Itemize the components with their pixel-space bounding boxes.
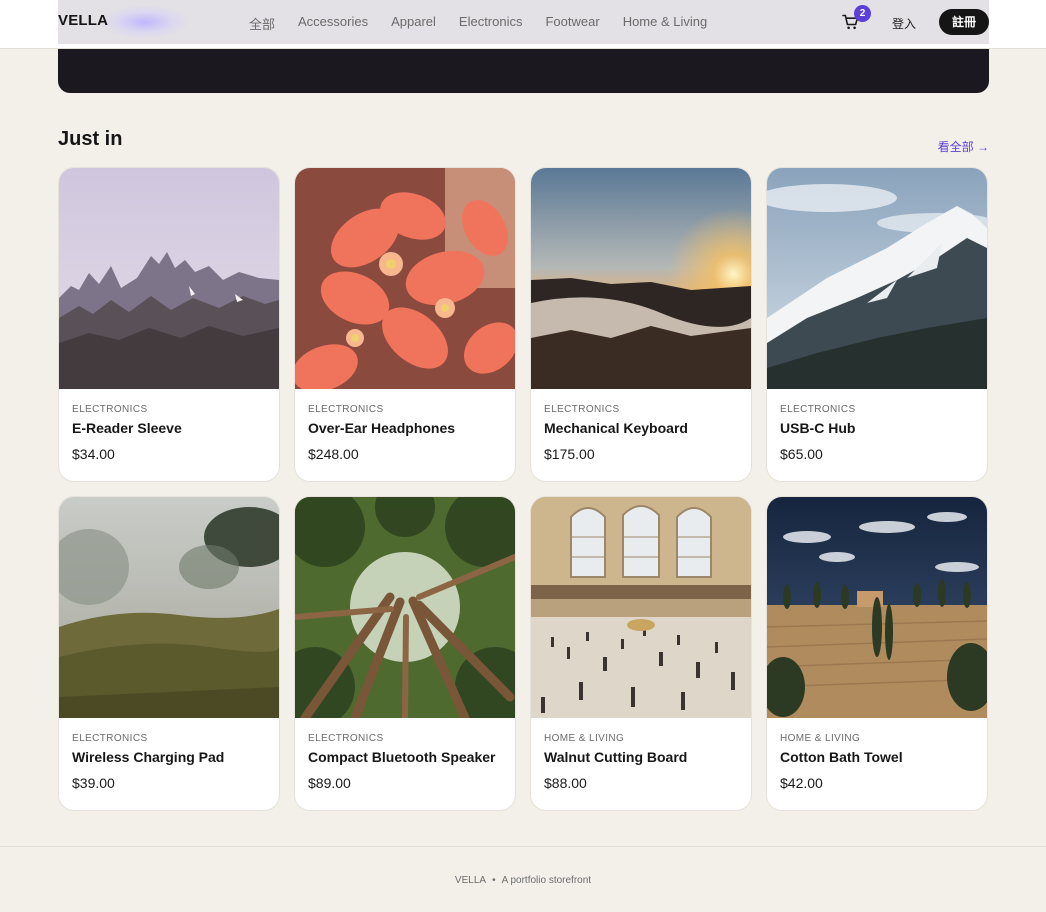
footer-tagline: A portfolio storefront: [501, 875, 592, 886]
login-link[interactable]: 登入: [892, 15, 916, 32]
section-title: Just in: [58, 128, 123, 150]
nav-link-electronics[interactable]: Electronics: [459, 14, 523, 33]
product-category: ELECTRONICS: [72, 733, 148, 744]
product-image-snowy-mountain: [767, 168, 987, 389]
footer-separator: •: [492, 875, 496, 886]
cart-count-badge: 2: [854, 5, 871, 22]
header-bar: VELLA 全部 Accessories Apparel Electronics…: [58, 0, 989, 44]
product-card[interactable]: ELECTRONICS Wireless Charging Pad $39.00: [58, 496, 280, 811]
product-name[interactable]: E-Reader Sleeve: [72, 420, 266, 436]
product-grid: ELECTRONICS E-Reader Sleeve $34.00 ELECT…: [58, 167, 990, 811]
logo-glow-decoration: [102, 6, 188, 38]
category-nav: 全部 Accessories Apparel Electronics Footw…: [249, 14, 730, 33]
product-card[interactable]: HOME & LIVING Cotton Bath Towel $42.00: [766, 496, 988, 811]
site-footer: VELLA • A portfolio storefront: [0, 846, 1046, 912]
product-card[interactable]: ELECTRONICS USB-C Hub $65.00: [766, 167, 988, 482]
nav-link-accessories[interactable]: Accessories: [298, 14, 368, 33]
product-category: ELECTRONICS: [544, 404, 620, 415]
product-image-tuscan-farmhouse: [767, 497, 987, 718]
product-image-foggy-meadow: [59, 497, 279, 718]
product-category: ELECTRONICS: [72, 404, 148, 415]
site-logo[interactable]: VELLA: [58, 12, 108, 29]
product-price: $175.00: [544, 446, 595, 462]
product-price: $34.00: [72, 446, 115, 462]
product-card[interactable]: ELECTRONICS Compact Bluetooth Speaker $8…: [294, 496, 516, 811]
product-name[interactable]: Mechanical Keyboard: [544, 420, 738, 436]
product-name[interactable]: Compact Bluetooth Speaker: [308, 749, 502, 765]
product-name[interactable]: Wireless Charging Pad: [72, 749, 266, 765]
nav-link-all[interactable]: 全部: [249, 14, 275, 33]
product-price: $88.00: [544, 775, 587, 791]
product-name[interactable]: Walnut Cutting Board: [544, 749, 738, 765]
footer-text: VELLA • A portfolio storefront: [0, 875, 1046, 886]
product-card[interactable]: ELECTRONICS Mechanical Keyboard $175.00: [530, 167, 752, 482]
product-image-grand-hall: [531, 497, 751, 718]
product-category: HOME & LIVING: [780, 733, 861, 744]
product-price: $89.00: [308, 775, 351, 791]
product-category: ELECTRONICS: [308, 404, 384, 415]
product-card[interactable]: ELECTRONICS E-Reader Sleeve $34.00: [58, 167, 280, 482]
product-price: $65.00: [780, 446, 823, 462]
product-image-coral-flowers: [295, 168, 515, 389]
product-price: $248.00: [308, 446, 359, 462]
product-price: $39.00: [72, 775, 115, 791]
nav-link-apparel[interactable]: Apparel: [391, 14, 436, 33]
nav-link-footwear[interactable]: Footwear: [545, 14, 599, 33]
product-image-redwood-forest: [295, 497, 515, 718]
product-card[interactable]: ELECTRONICS Over-Ear Headphones $248.00: [294, 167, 516, 482]
product-price: $42.00: [780, 775, 823, 791]
view-all-link[interactable]: 看全部 →: [938, 138, 989, 155]
product-category: HOME & LIVING: [544, 733, 625, 744]
nav-link-home-living[interactable]: Home & Living: [623, 14, 708, 33]
product-name[interactable]: Cotton Bath Towel: [780, 749, 974, 765]
footer-brand: VELLA: [454, 875, 487, 886]
product-category: ELECTRONICS: [780, 404, 856, 415]
product-card[interactable]: HOME & LIVING Walnut Cutting Board $88.0…: [530, 496, 752, 811]
signup-button[interactable]: 註冊: [939, 9, 989, 35]
product-image-rocky-peaks: [59, 168, 279, 389]
product-category: ELECTRONICS: [308, 733, 384, 744]
product-name[interactable]: Over-Ear Headphones: [308, 420, 502, 436]
site-header: VELLA 全部 Accessories Apparel Electronics…: [0, 0, 1046, 49]
product-name[interactable]: USB-C Hub: [780, 420, 974, 436]
product-image-misty-sunrise: [531, 168, 751, 389]
